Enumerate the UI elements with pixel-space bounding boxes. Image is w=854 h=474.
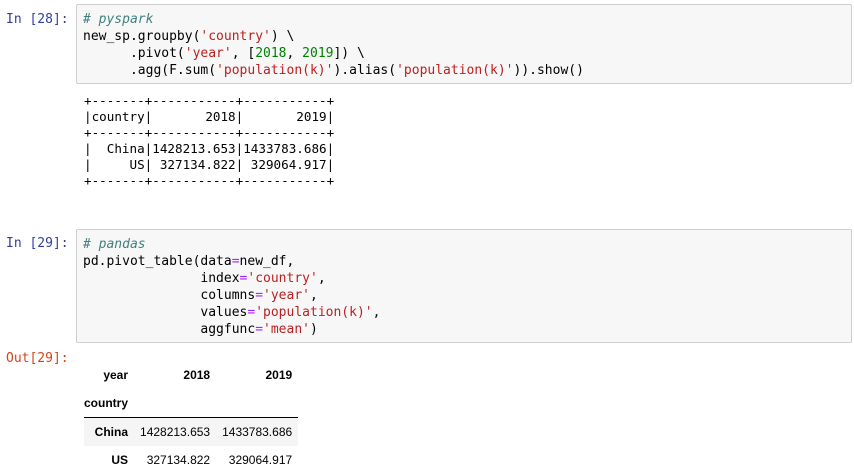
code-token: ).alias(	[333, 63, 397, 78]
code-token: columns	[83, 288, 256, 303]
output-line: +-------+-----------+-----------+	[84, 173, 335, 188]
output-line: | US| 327134.822| 329064.917|	[84, 157, 335, 172]
code-token: values	[83, 305, 248, 320]
index-name: country	[84, 389, 135, 418]
code-token: # pyspark	[83, 12, 154, 27]
code-token: 'year'	[263, 288, 310, 303]
output-prompt: Out[29]:	[6, 351, 69, 366]
code-token: ,	[317, 271, 326, 286]
cell-output-ascii-table: +-------+-----------+-----------+ |countr…	[84, 93, 334, 189]
column-header: 2019	[265, 368, 293, 382]
code-token: ,	[286, 46, 303, 61]
code-line: .pivot('year', [2018, 2019]) \	[83, 45, 851, 62]
code-token: =	[231, 254, 240, 269]
input-prompt: In [28]:	[6, 12, 69, 27]
code-token: 2019	[302, 46, 334, 61]
code-token: ,	[372, 305, 381, 320]
code-token: .pivot(	[83, 46, 185, 61]
code-line: .agg(F.sum('population(k)').alias('popul…	[83, 62, 851, 79]
row-index: China	[84, 417, 135, 446]
code-token: pd.pivot_table(data	[83, 254, 232, 269]
code-token: ,	[309, 288, 318, 303]
code-token: 2018	[255, 46, 287, 61]
code-token: aggfunc	[83, 322, 256, 337]
dataframe-output: year 2018 2019 country China 1428213.653…	[84, 361, 299, 474]
code-token: 'country'	[200, 29, 271, 44]
code-line: pd.pivot_table(data=new_df,	[83, 253, 851, 270]
code-token: 'mean'	[263, 322, 310, 337]
code-token: 'country'	[247, 271, 318, 286]
table-row: China 1428213.653 1433783.686	[84, 417, 299, 446]
code-token: 'population(k)'	[255, 305, 373, 320]
input-prompt: In [29]:	[6, 236, 69, 251]
output-line: |country| 2018| 2019|	[84, 109, 335, 124]
code-token: )	[309, 322, 318, 337]
code-line: aggfunc='mean')	[83, 321, 851, 338]
code-token: .agg(F.sum(	[83, 63, 217, 78]
output-line: +-------+-----------+-----------+	[84, 93, 335, 108]
code-line: columns='year',	[83, 287, 851, 304]
output-line: +-------+-----------+-----------+	[84, 125, 335, 140]
code-token: =	[255, 322, 264, 337]
code-token: =	[255, 288, 264, 303]
code-cell-pyspark[interactable]: # pyspark new_sp.groupby('country') \ .pi…	[76, 4, 852, 84]
code-line: new_sp.groupby('country') \	[83, 28, 851, 45]
code-line: # pyspark	[83, 11, 851, 28]
code-line: values='population(k)',	[83, 304, 851, 321]
code-token: new_df,	[239, 254, 295, 269]
code-token: )).show()	[513, 63, 584, 78]
columns-name: year	[103, 368, 129, 382]
code-token: 'population(k)'	[396, 63, 514, 78]
code-token: new_sp.groupby(	[83, 29, 201, 44]
table-cell: 1428213.653	[134, 417, 217, 446]
code-cell-pandas[interactable]: # pandas pd.pivot_table(data=new_df, inde…	[76, 229, 852, 343]
code-token: 'year'	[184, 46, 232, 61]
code-token: # pandas	[83, 237, 146, 252]
code-token: , [	[231, 46, 256, 61]
code-token: ) \	[270, 29, 295, 44]
code-line: # pandas	[83, 236, 851, 253]
column-header: 2018	[183, 368, 211, 382]
code-token: index	[83, 271, 240, 286]
code-line: index='country',	[83, 270, 851, 287]
code-token: ]) \	[333, 46, 365, 61]
code-token: 'population(k)'	[216, 63, 334, 78]
table-cell: 1433783.686	[216, 417, 299, 446]
output-line: | China|1428213.653|1433783.686|	[84, 141, 335, 156]
